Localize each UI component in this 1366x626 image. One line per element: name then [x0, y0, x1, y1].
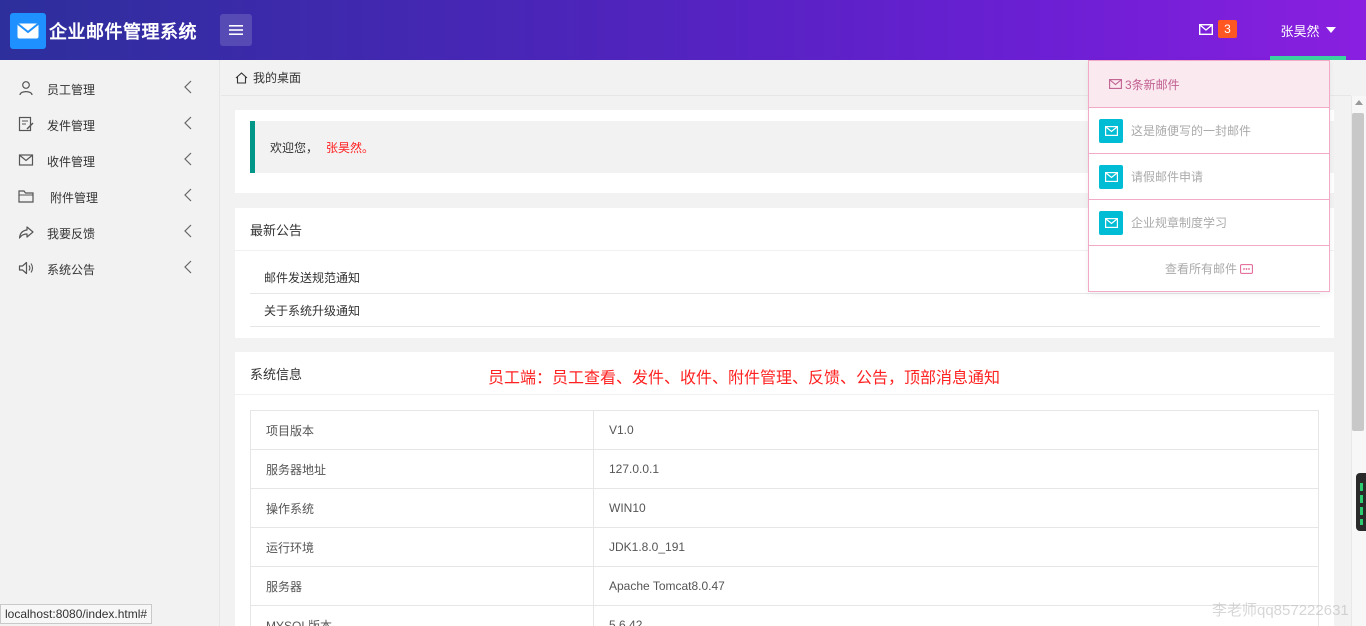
mail-icon	[1099, 164, 1123, 189]
folder-icon	[18, 190, 34, 203]
more-icon	[1240, 263, 1253, 274]
info-key: 服务器地址	[250, 449, 594, 489]
envelope-logo-icon	[10, 13, 46, 49]
info-key: 项目版本	[250, 410, 594, 450]
chevron-left-icon	[184, 188, 192, 202]
system-info-card: 系统信息 员工端：员工查看、发件、收件、附件管理、反馈、公告，顶部消息通知 项目…	[235, 352, 1334, 626]
mail-icon	[18, 154, 34, 166]
mail-icon	[1099, 210, 1123, 235]
scroll-up-arrow-icon[interactable]	[1355, 100, 1363, 105]
sidebar-item-inbox[interactable]: 收件管理	[0, 142, 220, 178]
share-icon	[18, 226, 34, 239]
view-all-label: 查看所有邮件	[1164, 262, 1237, 276]
status-bar-url: localhost:8080/index.html#	[0, 604, 153, 624]
dropdown-mail-item[interactable]: 请假邮件申请	[1089, 154, 1329, 200]
top-header: 企业邮件管理系统 3 张昊然	[0, 0, 1366, 60]
chevron-left-icon	[184, 152, 192, 166]
info-key: 服务器	[250, 566, 594, 606]
info-key: MYSQL版本	[250, 605, 594, 626]
info-key: 操作系统	[250, 488, 594, 528]
menu-toggle-button[interactable]	[220, 14, 252, 46]
mail-dropdown: 3条新邮件 这是随便写的一封邮件 请假邮件申请 企业规章制度学习 查看所有邮件	[1088, 60, 1330, 292]
sidebar-item-employee[interactable]: 员工管理	[0, 70, 220, 106]
table-row: 运行环境 JDK1.8.0_191	[250, 527, 1319, 567]
sidebar-item-label: 我要反馈	[47, 227, 96, 241]
sidebar-item-label: 收件管理	[47, 155, 96, 169]
dropdown-mail-item[interactable]: 这是随便写的一封邮件	[1089, 108, 1329, 154]
system-info-table: 项目版本 V1.0 服务器地址 127.0.0.1 操作系统 WIN10 运行环境 JD…	[250, 410, 1319, 626]
mail-subject: 请假邮件申请	[1131, 170, 1204, 184]
scrollbar-thumb[interactable]	[1352, 113, 1364, 431]
annotation-text: 员工端：员工查看、发件、收件、附件管理、反馈、公告，顶部消息通知	[488, 370, 1001, 387]
dropdown-mail-item[interactable]: 企业规章制度学习	[1089, 200, 1329, 246]
sidebar: 员工管理 发件管理 收件管理 附件管理 我要反馈 系统公告	[0, 60, 220, 626]
mail-icon	[1199, 23, 1213, 35]
welcome-user-name: 张昊然。	[326, 140, 375, 155]
dropdown-header: 3条新邮件	[1089, 61, 1329, 108]
user-icon	[19, 81, 33, 96]
chevron-left-icon	[184, 260, 192, 274]
edit-icon	[18, 116, 34, 132]
mail-subject: 企业规章制度学习	[1131, 216, 1228, 230]
info-value: WIN10	[593, 488, 1319, 528]
sidebar-item-label: 系统公告	[47, 263, 96, 277]
mail-count-badge: 3	[1218, 20, 1237, 38]
app-title: 企业邮件管理系统	[49, 22, 197, 42]
notice-item[interactable]: 关于系统升级通知	[250, 294, 1320, 327]
mail-subject: 这是随便写的一封邮件	[1131, 124, 1252, 138]
hamburger-icon	[229, 25, 243, 35]
home-icon	[235, 71, 248, 84]
watermark-text: 李老师qq857222631	[1212, 602, 1349, 619]
sidebar-item-feedback[interactable]: 我要反馈	[0, 214, 220, 250]
sidebar-item-announcements[interactable]: 系统公告	[0, 250, 220, 286]
sidebar-item-label: 附件管理	[50, 191, 99, 205]
sidebar-item-label: 员工管理	[47, 83, 96, 97]
info-value: V1.0	[593, 410, 1319, 450]
table-row: MYSQL版本 5.6.42	[250, 605, 1319, 626]
app-logo[interactable]: 企业邮件管理系统	[10, 13, 197, 49]
info-value: 5.6.42	[593, 605, 1319, 626]
info-key: 运行环境	[250, 527, 594, 567]
mail-icon	[1109, 79, 1122, 89]
speaker-icon	[18, 261, 34, 275]
chevron-left-icon	[184, 80, 192, 94]
new-mail-count: 3条新邮件	[1125, 77, 1180, 92]
tab-my-desktop[interactable]: 我的桌面	[253, 69, 301, 86]
user-name: 张昊然	[1280, 23, 1320, 39]
mail-notification-button[interactable]: 3	[1199, 20, 1237, 38]
user-menu[interactable]: 张昊然	[1270, 0, 1346, 60]
table-row: 服务器地址 127.0.0.1	[250, 449, 1319, 489]
welcome-prefix: 欢迎您，	[270, 140, 319, 155]
table-row: 操作系统 WIN10	[250, 488, 1319, 528]
table-row: 服务器 Apache Tomcat8.0.47	[250, 566, 1319, 606]
info-value: 127.0.0.1	[593, 449, 1319, 489]
sidebar-item-send[interactable]: 发件管理	[0, 106, 220, 142]
view-all-mail-link[interactable]: 查看所有邮件	[1089, 246, 1329, 291]
table-row: 项目版本 V1.0	[250, 410, 1319, 450]
sidebar-item-label: 发件管理	[47, 119, 96, 133]
info-value: Apache Tomcat8.0.47	[593, 566, 1319, 606]
sidebar-item-attachments[interactable]: 附件管理	[0, 178, 220, 214]
caret-down-icon	[1325, 27, 1336, 33]
mail-icon	[1099, 118, 1123, 143]
chevron-left-icon	[184, 116, 192, 130]
chevron-left-icon	[184, 224, 192, 238]
info-value: JDK1.8.0_191	[593, 527, 1319, 567]
side-widget[interactable]	[1356, 473, 1366, 531]
